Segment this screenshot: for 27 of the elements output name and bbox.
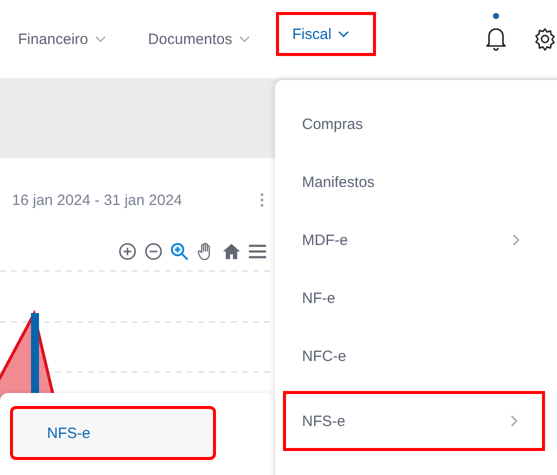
- menu-item-label: NFC-e: [302, 348, 346, 364]
- more-icon[interactable]: [260, 193, 264, 207]
- menu-item[interactable]: MDF-e: [277, 211, 547, 269]
- menu-item-label: MDF-e: [302, 232, 348, 248]
- menu-icon[interactable]: [248, 242, 267, 261]
- menu-item[interactable]: Manifestos: [277, 153, 547, 211]
- menu-item[interactable]: NFC-e: [277, 327, 547, 385]
- menu-item[interactable]: NF-e: [277, 269, 547, 327]
- zoom-out-icon[interactable]: [144, 242, 163, 261]
- chevron-down-icon: [338, 30, 350, 38]
- menu-item-label: Manifestos: [302, 174, 375, 190]
- nav-menu[interactable]: Documentos: [132, 18, 266, 60]
- settings-icon[interactable]: [533, 27, 557, 51]
- chevron-down-icon: [239, 35, 250, 43]
- home-icon[interactable]: [222, 242, 241, 261]
- nav-menu[interactable]: Financeiro: [2, 18, 122, 60]
- date-range: 16 jan 2024 - 31 jan 2024: [12, 192, 184, 208]
- nav-menu[interactable]: Fiscal: [276, 12, 376, 56]
- menu-item[interactable]: NFS-e: [283, 391, 545, 451]
- zoom-in-icon[interactable]: [118, 242, 137, 261]
- submenu-item[interactable]: NFS-e: [10, 406, 216, 460]
- magnifier-icon[interactable]: [170, 242, 189, 261]
- menu-item-label: NFS-e: [302, 412, 346, 430]
- menu-item-label: Compras: [302, 116, 363, 132]
- menu-item[interactable]: Compras: [277, 95, 547, 153]
- menu-item-label: NF-e: [302, 290, 336, 306]
- chevron-down-icon: [95, 35, 106, 43]
